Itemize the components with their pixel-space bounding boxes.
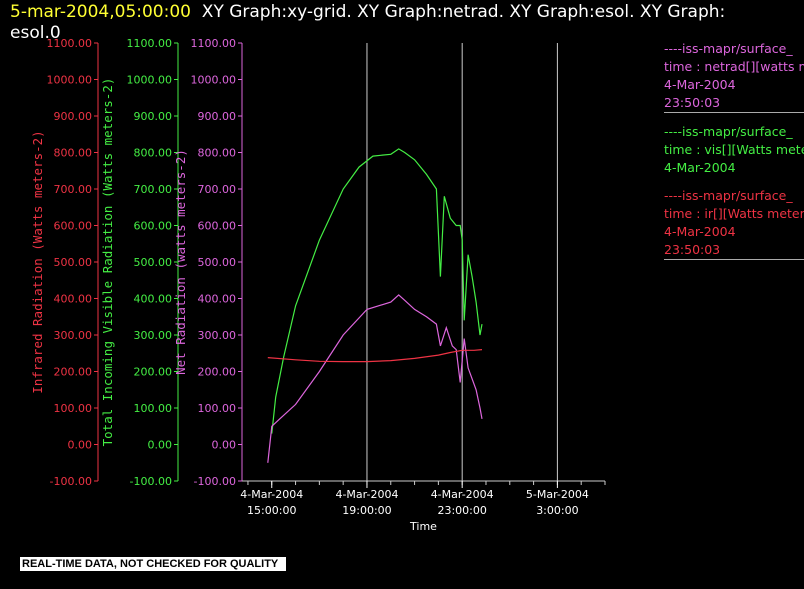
y-tick-label: -100.00 <box>50 475 92 488</box>
y-tick-label: 1100.00 <box>127 37 173 50</box>
legend-entry-ir: ----iss-mapr/surface_ time : ir[][Watts … <box>664 187 804 260</box>
legend-source: ----iss-mapr/surface_ <box>664 124 793 139</box>
y-tick-label: 0.00 <box>212 439 237 452</box>
y-tick-label: 500.00 <box>54 256 93 269</box>
series-line <box>267 294 483 463</box>
y-tick-label: 600.00 <box>134 220 173 233</box>
y-tick-label: 0.00 <box>148 439 173 452</box>
y-tick-label: -100.00 <box>130 475 172 488</box>
y-tick-label: 100.00 <box>134 402 173 415</box>
y-tick-label: 0.00 <box>68 439 93 452</box>
legend-variable: time : ir[][Watts meters <box>664 206 804 221</box>
legend-date: 4-Mar-2004 <box>664 160 736 175</box>
x-tick-label-date: 4-Mar-2004 <box>431 488 494 501</box>
y-axis-label: Net Radiation (watts meters-2) <box>173 149 188 375</box>
quality-disclaimer: REAL-TIME DATA, NOT CHECKED FOR QUALITY <box>20 557 287 571</box>
y-axis-label: Total Incoming Visible Radiation (Watts … <box>100 78 115 447</box>
y-tick-label: 800.00 <box>54 147 93 160</box>
y-tick-label: 200.00 <box>134 366 173 379</box>
y-axis-label: Infrared Radiation (Watts meters-2) <box>30 130 45 393</box>
x-axis-label: Time <box>409 520 437 533</box>
y-tick-label: 400.00 <box>134 293 173 306</box>
legend-divider <box>664 259 804 260</box>
y-tick-label: 300.00 <box>198 329 237 342</box>
y-tick-label: 1000.00 <box>47 74 93 87</box>
y-tick-label: 500.00 <box>134 256 173 269</box>
y-tick-label: 600.00 <box>198 220 237 233</box>
legend: ----iss-mapr/surface_ time : netrad[][wa… <box>664 40 804 270</box>
x-tick-label-time: 15:00:00 <box>247 504 296 517</box>
y-tick-label: 200.00 <box>54 366 93 379</box>
legend-source: ----iss-mapr/surface_ <box>664 188 793 203</box>
legend-date: 4-Mar-2004 <box>664 77 736 92</box>
y-tick-label: 300.00 <box>54 329 93 342</box>
x-tick-label-time: 3:00:00 <box>536 504 578 517</box>
y-tick-label: 400.00 <box>198 293 237 306</box>
y-tick-label: 1000.00 <box>191 74 237 87</box>
y-tick-label: 900.00 <box>54 110 93 123</box>
legend-time: 23:50:03 <box>664 95 721 110</box>
x-tick-label-date: 5-Mar-2004 <box>526 488 589 501</box>
y-tick-label: 500.00 <box>198 256 237 269</box>
x-tick-label-time: 19:00:00 <box>342 504 391 517</box>
legend-time: 23:50:03 <box>664 242 721 257</box>
series-line <box>267 349 483 363</box>
y-tick-label: 900.00 <box>198 110 237 123</box>
y-tick-label: 200.00 <box>198 366 237 379</box>
x-tick-label-date: 4-Mar-2004 <box>240 488 303 501</box>
legend-entry-netrad: ----iss-mapr/surface_ time : netrad[][wa… <box>664 40 804 113</box>
y-tick-label: 400.00 <box>54 293 93 306</box>
legend-divider <box>664 112 804 113</box>
y-tick-label: 800.00 <box>134 147 173 160</box>
y-tick-label: 700.00 <box>54 183 93 196</box>
y-tick-label: 600.00 <box>54 220 93 233</box>
y-tick-label: 1100.00 <box>191 37 237 50</box>
y-tick-label: 1000.00 <box>127 74 173 87</box>
legend-date: 4-Mar-2004 <box>664 224 736 239</box>
y-tick-label: 800.00 <box>198 147 237 160</box>
y-tick-label: 100.00 <box>54 402 93 415</box>
x-tick-label-date: 4-Mar-2004 <box>335 488 398 501</box>
legend-source: ----iss-mapr/surface_ <box>664 41 793 56</box>
y-tick-label: 900.00 <box>134 110 173 123</box>
y-tick-label: 300.00 <box>134 329 173 342</box>
y-tick-label: 700.00 <box>198 183 237 196</box>
legend-variable: time : vis[][Watts mete <box>664 142 804 157</box>
y-tick-label: -100.00 <box>194 475 236 488</box>
y-tick-label: 700.00 <box>134 183 173 196</box>
legend-entry-vis: ----iss-mapr/surface_ time : vis[][Watts… <box>664 123 804 177</box>
y-tick-label: 100.00 <box>198 402 237 415</box>
series-line <box>271 148 483 434</box>
y-tick-label: 1100.00 <box>47 37 93 50</box>
legend-variable: time : netrad[][watts me <box>664 59 804 74</box>
x-tick-label-time: 23:00:00 <box>437 504 486 517</box>
